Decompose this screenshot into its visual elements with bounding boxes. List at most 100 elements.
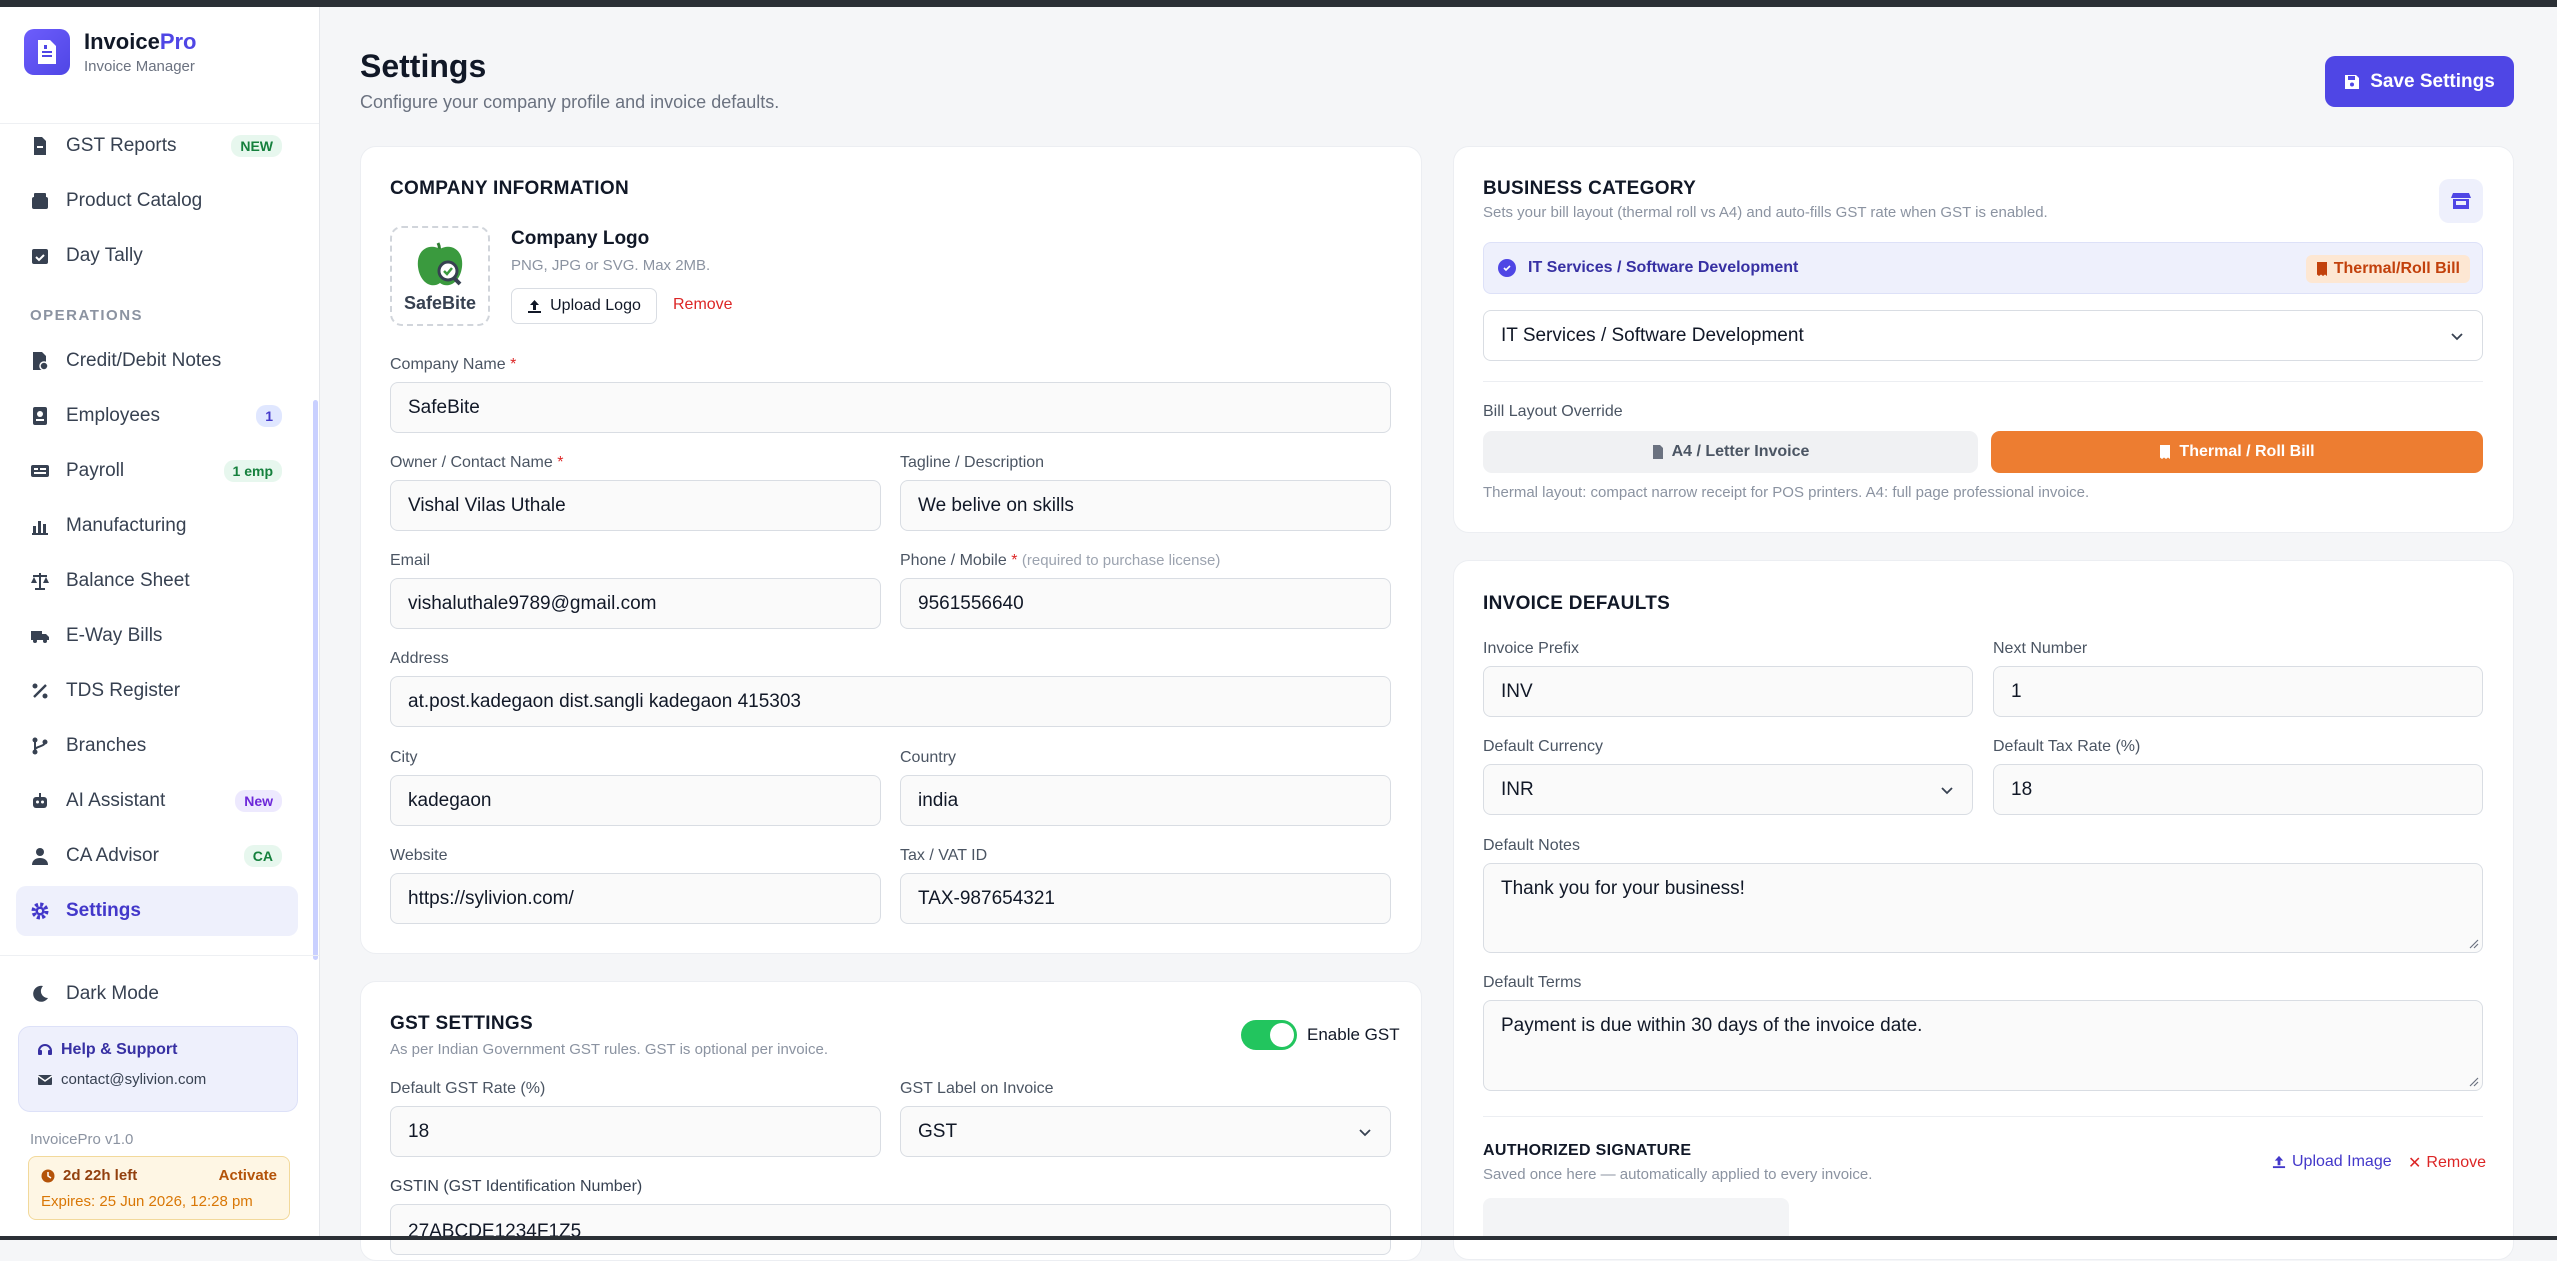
sidebar-item-ca-advisor[interactable]: CA Advisor CA bbox=[16, 831, 298, 881]
business-divider bbox=[1483, 381, 2483, 382]
sidebar-item-gst-reports[interactable]: GST Reports NEW bbox=[16, 121, 298, 171]
sidebar-item-label: TDS Register bbox=[66, 680, 181, 701]
tax-rate-input[interactable]: 18 bbox=[1993, 764, 2483, 815]
company-name-label: Company Name * bbox=[390, 356, 517, 373]
remove-logo-link[interactable]: Remove bbox=[673, 296, 733, 314]
gst-card-title: GST SETTINGS bbox=[390, 1013, 533, 1034]
next-number-label: Next Number bbox=[1993, 640, 2088, 657]
moon-icon bbox=[33, 985, 48, 1002]
save-button-label: Save Settings bbox=[2370, 70, 2495, 92]
website-input[interactable]: https://sylivion.com/ bbox=[390, 873, 881, 924]
invoice-prefix-input[interactable]: INV bbox=[1483, 666, 1973, 717]
signature-divider bbox=[1483, 1116, 2483, 1117]
phone-input[interactable]: 9561556640 bbox=[900, 578, 1391, 629]
sidebar-item-settings[interactable]: Settings bbox=[16, 886, 298, 936]
sidebar-item-balance-sheet[interactable]: Balance Sheet bbox=[16, 556, 298, 606]
brand-subtitle: Invoice Manager bbox=[84, 58, 195, 75]
sidebar-item-manufacturing[interactable]: Manufacturing bbox=[16, 501, 298, 551]
sidebar-item-tds-register[interactable]: TDS Register bbox=[16, 666, 298, 716]
chevron-down-icon bbox=[1359, 1129, 1371, 1137]
email-label: Email bbox=[390, 552, 431, 569]
city-label: City bbox=[390, 749, 418, 766]
tax-id-label: Tax / VAT ID bbox=[900, 847, 988, 864]
sidebar-item-label: CA Advisor bbox=[66, 845, 159, 866]
company-name-input[interactable]: SafeBite bbox=[390, 382, 1391, 433]
invoice-logo-icon bbox=[24, 29, 70, 75]
company-card-title: COMPANY INFORMATION bbox=[390, 178, 629, 199]
default-notes-textarea[interactable]: Thank you for your business! bbox=[1483, 863, 2483, 953]
sidebar-item-label: Manufacturing bbox=[66, 515, 187, 536]
resize-grip-icon[interactable] bbox=[2469, 1077, 2479, 1087]
phone-label: Phone / Mobile * (required to purchase l… bbox=[900, 552, 1221, 569]
signature-title: AUTHORIZED SIGNATURE bbox=[1483, 1142, 1692, 1159]
gst-rate-input[interactable]: 18 bbox=[390, 1106, 881, 1157]
sidebar-item-label: Settings bbox=[66, 900, 141, 921]
default-terms-label: Default Terms bbox=[1483, 974, 1582, 991]
dark-mode-label: Dark Mode bbox=[66, 983, 159, 1004]
sidebar-divider bbox=[0, 955, 319, 956]
chevron-down-icon bbox=[2451, 333, 2463, 341]
brand[interactable]: InvoicePro Invoice Manager bbox=[24, 29, 197, 75]
sidebar-item-product-catalog[interactable]: Product Catalog bbox=[16, 176, 298, 226]
layout-a4-button[interactable]: A4 / Letter Invoice bbox=[1483, 431, 1978, 473]
next-number-input[interactable]: 1 bbox=[1993, 666, 2483, 717]
owner-name-input[interactable]: Vishal Vilas Uthale bbox=[390, 480, 881, 531]
address-input[interactable]: at.post.kadegaon dist.sangli kadegaon 41… bbox=[390, 676, 1391, 727]
help-support-box[interactable]: Help & Support contact@sylivion.com bbox=[18, 1026, 298, 1112]
sidebar-item-day-tally[interactable]: Day Tally bbox=[16, 231, 298, 281]
scale-icon bbox=[31, 573, 49, 590]
sidebar-item-branches[interactable]: Branches bbox=[16, 721, 298, 771]
upload-logo-label: Upload Logo bbox=[550, 297, 641, 314]
country-label: Country bbox=[900, 749, 957, 766]
sidebar-item-payroll[interactable]: Payroll 1 emp bbox=[16, 446, 298, 496]
gstin-input[interactable]: 27ABCDE1234F1Z5 bbox=[390, 1204, 1391, 1255]
remove-signature-link[interactable]: ✕ Remove bbox=[2408, 1153, 2486, 1173]
store-icon bbox=[2451, 193, 2471, 209]
city-input[interactable]: kadegaon bbox=[390, 775, 881, 826]
save-settings-button[interactable]: Save Settings bbox=[2325, 56, 2514, 107]
section-label-operations: OPERATIONS bbox=[30, 307, 144, 324]
currency-select[interactable]: INR bbox=[1483, 764, 1973, 815]
tagline-input[interactable]: We belive on skills bbox=[900, 480, 1391, 531]
sidebar-scrollbar[interactable] bbox=[313, 400, 318, 960]
help-email-link[interactable]: contact@sylivion.com bbox=[61, 1071, 206, 1088]
default-terms-textarea[interactable]: Payment is due within 30 days of the inv… bbox=[1483, 1000, 2483, 1091]
sidebar-item-label: GST Reports bbox=[66, 135, 177, 156]
page-title: Settings bbox=[360, 48, 487, 84]
thermal-roll-tag: Thermal/Roll Bill bbox=[2305, 255, 2470, 283]
email-input[interactable]: vishaluthale9789@gmail.com bbox=[390, 578, 881, 629]
gst-label-select[interactable]: GST bbox=[900, 1106, 1391, 1157]
business-card-title: BUSINESS CATEGORY bbox=[1483, 178, 1697, 199]
sidebar-item-ai-assistant[interactable]: AI Assistant New bbox=[16, 776, 298, 826]
layout-thermal-button[interactable]: Thermal / Roll Bill bbox=[1991, 431, 2483, 473]
activate-link[interactable]: Activate bbox=[219, 1167, 277, 1184]
help-title: Help & Support bbox=[61, 1041, 178, 1058]
tagline-label: Tagline / Description bbox=[900, 454, 1045, 471]
gst-label-label: GST Label on Invoice bbox=[900, 1080, 1054, 1097]
sidebar-item-label: E-Way Bills bbox=[66, 625, 163, 646]
address-label: Address bbox=[390, 650, 449, 667]
upload-signature-link[interactable]: Upload Image bbox=[2272, 1153, 2392, 1171]
resize-grip-icon[interactable] bbox=[2469, 939, 2479, 949]
default-terms-value: Payment is due within 30 days of the inv… bbox=[1501, 1015, 1923, 1036]
sidebar-item-credit-debit-notes[interactable]: Credit/Debit Notes bbox=[16, 336, 298, 386]
sidebar-item-employees[interactable]: Employees 1 bbox=[16, 391, 298, 441]
store-button[interactable] bbox=[2439, 179, 2483, 223]
country-input[interactable]: india bbox=[900, 775, 1391, 826]
sidebar-item-e-way-bills[interactable]: E-Way Bills bbox=[16, 611, 298, 661]
invoice-card-title: INVOICE DEFAULTS bbox=[1483, 593, 1671, 614]
id-badge-icon bbox=[33, 407, 47, 425]
tax-id-input[interactable]: TAX-987654321 bbox=[900, 873, 1391, 924]
bill-layout-override-label: Bill Layout Override bbox=[1483, 403, 1623, 420]
upload-logo-button[interactable]: Upload Logo bbox=[511, 288, 657, 324]
receipt-icon bbox=[2160, 445, 2171, 459]
employee-count-badge: 1 emp bbox=[223, 460, 282, 482]
business-category-select[interactable]: IT Services / Software Development bbox=[1483, 310, 2483, 361]
enable-gst-toggle[interactable] bbox=[1241, 1020, 1297, 1050]
default-notes-value: Thank you for your business! bbox=[1501, 878, 1745, 899]
signature-subtitle: Saved once here — automatically applied … bbox=[1483, 1166, 1873, 1183]
gst-card-subtitle: As per Indian Government GST rules. GST … bbox=[390, 1041, 828, 1058]
business-card-subtitle: Sets your bill layout (thermal roll vs A… bbox=[1483, 204, 2048, 221]
percent-icon bbox=[32, 683, 48, 699]
dark-mode-toggle[interactable]: Dark Mode bbox=[16, 969, 298, 1019]
